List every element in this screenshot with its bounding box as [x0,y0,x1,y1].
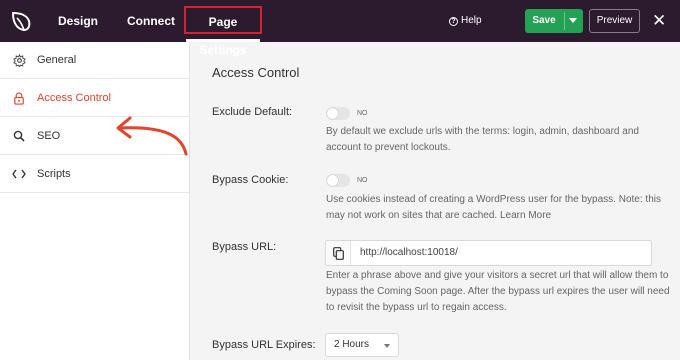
bypass-cookie-toggle[interactable] [326,174,350,187]
exclude-default-toggle[interactable] [326,107,350,120]
code-icon [12,167,26,181]
sidebar-item-label: General [37,54,77,66]
chevron-down-icon[interactable] [569,18,577,23]
bypass-cookie-help: Use cookies instead of creating a WordPr… [326,194,661,221]
settings-sidebar: General Access Control SEO Scripts [0,42,190,360]
bypass-url-expires-select[interactable]: 2 Hours [325,333,399,357]
question-circle-icon: ? [449,16,458,26]
sidebar-item-label: Access Control [37,92,111,104]
seedprod-leaf-icon[interactable] [10,9,32,33]
top-bar: Design Connect Page Settings ? Help Save… [0,0,680,57]
bypass-url-expires-label: Bypass URL Expires: [212,339,316,351]
tab-design[interactable]: Design [58,0,98,42]
annotation-arrow [116,116,188,156]
save-divider [564,12,565,30]
toggle-knob [327,108,338,119]
bypass-url-label: Bypass URL: [212,241,277,253]
bypass-cookie-state: NO [357,177,368,184]
page-title: Access Control [212,65,300,80]
copy-icon[interactable] [326,241,351,265]
bypass-url-field[interactable]: http://localhost:10018/ [325,240,652,266]
search-icon [12,129,26,143]
sidebar-item-general[interactable]: General [0,42,190,79]
bypass-url-value[interactable]: http://localhost:10018/ [360,241,458,265]
sidebar-item-label: Scripts [37,168,71,180]
bypass-url-help: Enter a phrase above and give your visit… [326,270,670,313]
close-icon[interactable]: ✕ [652,12,666,30]
exclude-default-state: NO [357,110,368,117]
gear-icon [12,53,26,67]
bypass-cookie-label: Bypass Cookie: [212,174,289,186]
save-button[interactable]: Save [525,9,583,33]
bypass-url-expires-value: 2 Hours [334,339,370,350]
tab-page-settings[interactable]: Page Settings [184,6,262,57]
settings-panel: Access Control Exclude Default: NO By de… [191,42,680,360]
help-link[interactable]: ? Help [449,0,482,42]
chevron-down-icon [384,344,390,348]
sidebar-item-access-control[interactable]: Access Control [0,80,190,117]
sidebar-item-label: SEO [37,130,61,142]
help-label: Help [461,15,482,26]
save-label[interactable]: Save [525,9,563,33]
sidebar-item-scripts[interactable]: Scripts [0,156,190,193]
lock-icon [12,91,26,105]
preview-button[interactable]: Preview [589,9,640,33]
tab-connect[interactable]: Connect [127,0,175,42]
exclude-default-help: By default we exclude urls with the term… [326,126,639,153]
exclude-default-label: Exclude Default: [212,106,293,118]
toggle-knob [327,175,338,186]
